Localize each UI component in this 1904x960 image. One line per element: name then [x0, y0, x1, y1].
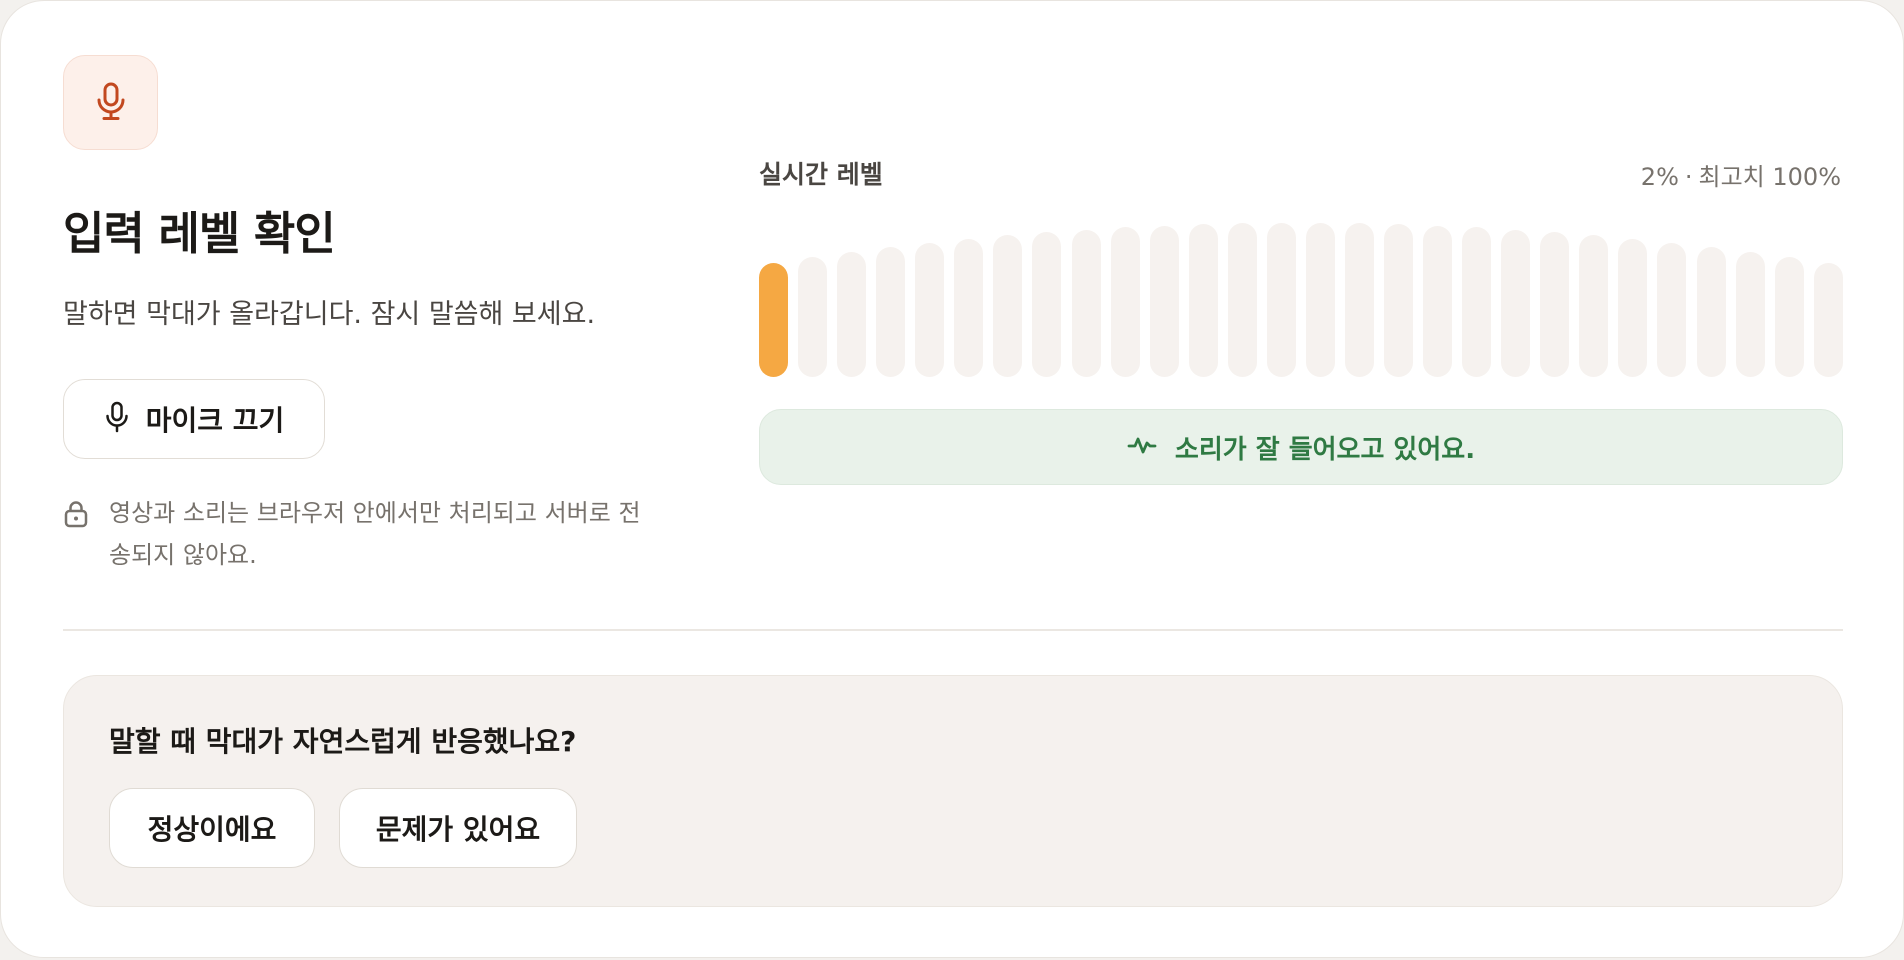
- level-meter-bars: [759, 211, 1843, 377]
- mic-off-label: 마이크 끄기: [145, 404, 285, 437]
- report-issue-button[interactable]: 문제가 있어요: [339, 788, 577, 868]
- level-bar: [1735, 252, 1765, 377]
- level-bar: [1110, 227, 1140, 377]
- level-bar: [1266, 223, 1296, 377]
- level-bar: [1696, 247, 1726, 377]
- level-bar: [1149, 226, 1179, 377]
- microphone-icon: [104, 401, 130, 437]
- level-bar-active: [759, 263, 788, 377]
- privacy-note: 영상과 소리는 브라우저 안에서만 처리되고 서버로 전송되지 않아요.: [63, 497, 643, 576]
- meter-label: 실시간 레벨: [759, 160, 883, 189]
- level-bar: [915, 243, 945, 377]
- level-bar: [1344, 223, 1374, 377]
- level-check-card: 입력 레벨 확인 말하면 막대가 올라갑니다. 잠시 말씀해 보세요. 마이크 …: [0, 0, 1904, 958]
- peak-level: 최고치 100%: [1698, 163, 1841, 191]
- level-bar: [1579, 235, 1609, 377]
- microphone-icon: [93, 81, 129, 125]
- level-bar: [993, 235, 1023, 377]
- divider: [63, 629, 1843, 631]
- level-bar: [876, 247, 906, 377]
- status-banner: 소리가 잘 들어오고 있어요.: [759, 409, 1843, 485]
- status-text: 소리가 잘 들어오고 있어요.: [1174, 434, 1476, 465]
- level-bar: [1384, 224, 1413, 377]
- level-bar: [1813, 263, 1843, 377]
- microphone-badge: [63, 55, 158, 150]
- privacy-text: 영상과 소리는 브라우저 안에서만 처리되고 서버로 전송되지 않아요.: [109, 499, 641, 569]
- level-bar: [954, 239, 984, 377]
- level-bar: [1032, 232, 1062, 377]
- feedback-question: 말할 때 막대가 자연스럽게 반응했나요?: [109, 725, 577, 758]
- level-bar: [1423, 226, 1453, 377]
- activity-pulse-icon: [1127, 432, 1157, 462]
- level-bar: [1657, 243, 1687, 377]
- level-bar: [1540, 232, 1570, 377]
- current-level: 2%: [1640, 163, 1679, 191]
- mic-off-button[interactable]: 마이크 끄기: [63, 379, 325, 459]
- level-bar: [837, 252, 867, 377]
- meter-readout: 2% · 최고치 100%: [1641, 157, 1841, 192]
- level-bar: [798, 257, 828, 377]
- lock-icon: [63, 500, 89, 576]
- level-bar: [1774, 257, 1804, 377]
- ok-button[interactable]: 정상이에요: [109, 788, 315, 868]
- level-bar: [1227, 223, 1257, 377]
- level-bar: [1071, 230, 1101, 377]
- level-bar: [1188, 224, 1218, 377]
- page-subtitle: 말하면 막대가 올라갑니다. 잠시 말씀해 보세요.: [63, 299, 596, 330]
- readout-separator: ·: [1684, 163, 1693, 191]
- level-bar: [1305, 223, 1335, 377]
- level-bar: [1618, 239, 1648, 377]
- feedback-panel: 말할 때 막대가 자연스럽게 반응했나요? 정상이에요 문제가 있어요: [63, 675, 1843, 907]
- page-title: 입력 레벨 확인: [63, 207, 336, 260]
- level-bar: [1501, 230, 1531, 377]
- level-bar: [1462, 227, 1492, 377]
